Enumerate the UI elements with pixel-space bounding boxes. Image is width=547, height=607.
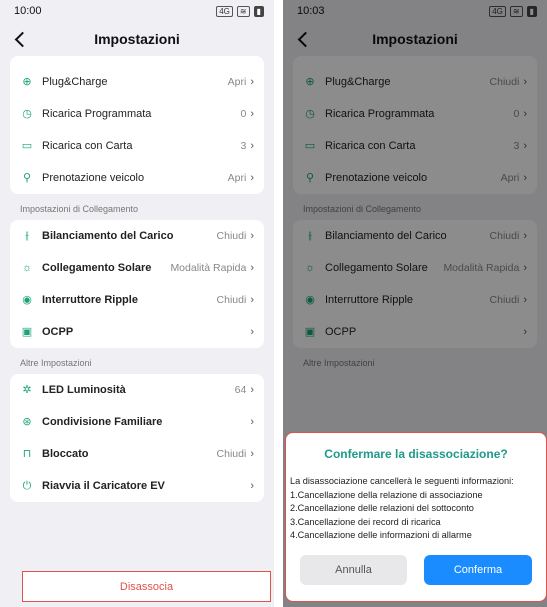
dialog-line: 4.Cancellazione delle informazioni di al… [290, 530, 472, 540]
chevron-right-icon: › [250, 384, 254, 396]
row-ricarica-programmata[interactable]: ◷ Ricarica Programmata 0 › [10, 98, 264, 130]
row-condivisione-familiare[interactable]: ⊛ Condivisione Familiare › [10, 406, 264, 438]
chevron-right-icon: › [250, 294, 254, 306]
row-bloccato[interactable]: ⊓ Bloccato Chiudi › [10, 438, 264, 470]
chevron-right-icon: › [250, 140, 254, 152]
row-label: Prenotazione veicolo [42, 172, 145, 184]
row-value: 3 [240, 140, 247, 152]
status-bar: 10:00 4G ≋ ▮ [0, 0, 274, 22]
status-icons: 4G ≋ ▮ [216, 5, 264, 17]
chevron-right-icon: › [250, 262, 254, 274]
row-ocpp[interactable]: ▣ OCPP › [10, 316, 264, 348]
signal-icon: 4G [216, 5, 233, 17]
row-riavvia[interactable]: ⏻ Riavvia il Caricatore EV › [10, 470, 264, 502]
row-value: Chiudi [216, 230, 247, 242]
ripple-icon: ◉ [22, 294, 32, 306]
row-value: Apri [227, 76, 247, 88]
lock-icon: ⊓ [22, 448, 32, 460]
row-label: Bloccato [42, 448, 89, 460]
row-label: Ricarica Programmata [42, 108, 152, 120]
cancel-button[interactable]: Annulla [300, 555, 407, 585]
navbar: Impostazioni [0, 22, 274, 56]
timer-icon: ◷ [22, 108, 32, 120]
partial-row-hidden [10, 56, 264, 66]
settings-card-altre: ✲ LED Luminosità 64 › ⊛ Condivisione Fam… [10, 374, 264, 502]
row-bilanciamento[interactable]: ⫲ Bilanciamento del Carico Chiudi › [10, 220, 264, 252]
solar-icon: ☼ [21, 262, 33, 274]
dialog-line: 3.Cancellazione dei record di ricarica [290, 516, 441, 527]
ocpp-icon: ▣ [21, 326, 33, 338]
row-label: Plug&Charge [42, 76, 108, 88]
row-label: Bilanciamento del Carico [42, 230, 174, 242]
chevron-right-icon: › [250, 480, 254, 492]
confirm-dialog: Confermare la disassociazione? La disass… [285, 432, 547, 602]
row-collegamento-solare[interactable]: ☼ Collegamento Solare Modalità Rapida › [10, 252, 264, 284]
chevron-right-icon: › [250, 230, 254, 242]
settings-card-top: ⊕ Plug&Charge Apri › ◷ Ricarica Programm… [10, 56, 264, 194]
row-led-luminosita[interactable]: ✲ LED Luminosità 64 › [10, 374, 264, 406]
row-label: Collegamento Solare [42, 262, 152, 274]
card-icon: ▭ [21, 140, 33, 152]
dialog-line: La disassociazione cancellerà le seguent… [290, 476, 514, 486]
power-icon: ⏻ [22, 480, 32, 492]
row-interruttore-ripple[interactable]: ◉ Interruttore Ripple Chiudi › [10, 284, 264, 316]
battery-icon: ▮ [253, 5, 264, 17]
confirm-button[interactable]: Conferma [424, 555, 532, 585]
row-label: Riavvia il Caricatore EV [42, 480, 165, 492]
left-phone-screen: 10:00 4G ≋ ▮ Impostazioni ⊕ Plug&Charge … [0, 0, 274, 607]
plug-charge-icon: ⊕ [22, 76, 32, 88]
row-plug-charge[interactable]: ⊕ Plug&Charge Apri › [10, 66, 264, 98]
row-value: Apri [227, 172, 247, 184]
row-label: Interruttore Ripple [42, 294, 138, 306]
vehicle-icon: ⚲ [22, 172, 32, 184]
page-title: Impostazioni [94, 31, 180, 47]
row-label: Ricarica con Carta [42, 140, 133, 152]
chevron-right-icon: › [250, 448, 254, 460]
wifi-icon: ≋ [236, 5, 250, 17]
dialog-buttons: Annulla Conferma [300, 555, 532, 585]
right-phone-screen: 10:03 4G ≋ ▮ Impostazioni ⊕ Plug&Charge … [283, 0, 547, 607]
balance-icon: ⫲ [25, 230, 29, 242]
row-prenotazione-veicolo[interactable]: ⚲ Prenotazione veicolo Apri › [10, 162, 264, 194]
row-value: Modalità Rapida [170, 262, 247, 274]
row-label: OCPP [42, 326, 74, 338]
chevron-right-icon: › [250, 172, 254, 184]
section-label-altre: Altre Impostazioni [20, 358, 92, 368]
row-label: Condivisione Familiare [42, 416, 163, 428]
brightness-icon: ✲ [22, 384, 32, 396]
dialog-title: Confermare la disassociazione? [324, 447, 508, 461]
status-time: 10:00 [14, 5, 42, 17]
row-value: 64 [234, 384, 247, 396]
section-label-collegamento: Impostazioni di Collegamento [20, 204, 139, 214]
chevron-right-icon: › [250, 108, 254, 120]
disassocia-button[interactable]: Disassocia [22, 571, 271, 602]
divider-strip [274, 0, 283, 607]
dialog-line: 2.Cancellazione delle relazioni del sott… [290, 503, 474, 513]
chevron-right-icon: › [250, 76, 254, 88]
row-label: LED Luminosità [42, 384, 126, 396]
row-value: Chiudi [216, 294, 247, 306]
chevron-right-icon: › [250, 416, 254, 428]
row-value: Chiudi [216, 448, 247, 460]
back-arrow-icon[interactable] [14, 30, 28, 48]
row-ricarica-carta[interactable]: ▭ Ricarica con Carta 3 › [10, 130, 264, 162]
family-icon: ⊛ [22, 416, 32, 428]
dialog-body: La disassociazione cancellerà le seguent… [290, 475, 546, 543]
chevron-right-icon: › [250, 326, 254, 338]
dialog-line: 1.Cancellazione della relazione di assoc… [290, 489, 483, 500]
row-value: 0 [240, 108, 247, 120]
settings-card-collegamento: ⫲ Bilanciamento del Carico Chiudi › ☼ Co… [10, 220, 264, 348]
